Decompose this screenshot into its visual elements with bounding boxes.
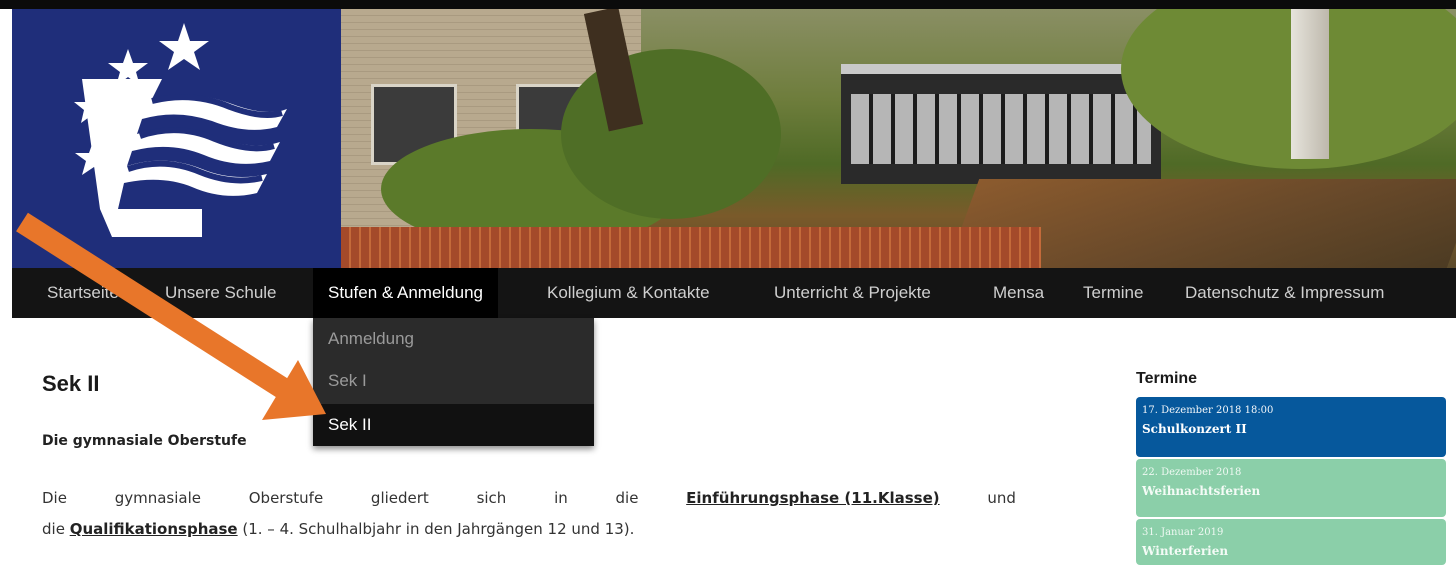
text-fragment: die [42, 520, 70, 538]
birch-trunk [1291, 9, 1329, 159]
top-border [0, 0, 1456, 9]
nav-item-datenschutz-impressum[interactable]: Datenschutz & Impressum [1170, 268, 1399, 318]
school-logo[interactable] [12, 9, 341, 268]
text-fragment: (1. – 4. Schulhalbjahr in den Jahrgängen… [237, 520, 635, 538]
tree-foliage [1121, 9, 1456, 169]
event-card[interactable]: 31. Januar 2019 Winterferien [1136, 519, 1446, 565]
intro-heading: Die gymnasiale Oberstufe [42, 433, 247, 449]
text-word: gymnasiale [114, 489, 201, 507]
nav-item-mensa[interactable]: Mensa [978, 268, 1059, 318]
link-einfuehrungsphase[interactable]: Einführungsphase (11.Klasse) [686, 489, 939, 507]
school-logo-icon [12, 9, 341, 268]
glass-building [841, 64, 1161, 184]
main-nav: Startseite Unsere Schule Stufen & Anmeld… [12, 268, 1456, 318]
text-word: Die [42, 489, 67, 507]
event-card[interactable]: 22. Dezember 2018 Weihnachtsferien [1136, 459, 1446, 517]
header-photo [341, 9, 1456, 268]
text-word: gliedert [370, 489, 429, 507]
paragraph-line-1: Die gymnasiale Oberstufe gliedert sich i… [42, 489, 1016, 507]
text-word: sich [476, 489, 507, 507]
event-date: 22. Dezember 2018 [1142, 467, 1242, 478]
site-header [12, 9, 1456, 268]
text-word: die [615, 489, 639, 507]
nav-item-unsere-schule[interactable]: Unsere Schule [150, 268, 292, 318]
event-title: Weihnachtsferien [1142, 484, 1261, 498]
page-title: Sek II [42, 371, 100, 396]
nav-item-stufen-anmeldung[interactable]: Stufen & Anmeldung [313, 268, 499, 318]
paragraph-line-2: die Qualifikationsphase (1. – 4. Schulha… [42, 520, 634, 538]
event-title: Schulkonzert II [1142, 422, 1247, 436]
dropdown-item-sek-i[interactable]: Sek I [313, 360, 594, 402]
nav-item-startseite[interactable]: Startseite [32, 268, 134, 318]
low-brick-wall [341, 227, 1041, 268]
text-word: und [987, 489, 1016, 507]
dropdown-menu-stufen: Anmeldung Sek I Sek II [313, 318, 594, 446]
dropdown-item-sek-ii[interactable]: Sek II [313, 404, 594, 446]
event-card[interactable]: 17. Dezember 2018 18:00 Schulkonzert II [1136, 397, 1446, 457]
event-title: Winterferien [1142, 544, 1229, 558]
text-word: Oberstufe [248, 489, 324, 507]
link-qualifikationsphase[interactable]: Qualifikationsphase [70, 520, 238, 538]
event-date: 17. Dezember 2018 18:00 [1142, 405, 1274, 416]
event-date: 31. Januar 2019 [1142, 527, 1224, 538]
dropdown-item-anmeldung[interactable]: Anmeldung [313, 318, 594, 360]
tree-foliage [561, 49, 781, 219]
sidebar-title: Termine [1136, 370, 1198, 387]
nav-item-termine[interactable]: Termine [1068, 268, 1158, 318]
text-word: in [554, 489, 568, 507]
nav-item-kollegium-kontakte[interactable]: Kollegium & Kontakte [532, 268, 725, 318]
nav-item-unterricht-projekte[interactable]: Unterricht & Projekte [759, 268, 946, 318]
